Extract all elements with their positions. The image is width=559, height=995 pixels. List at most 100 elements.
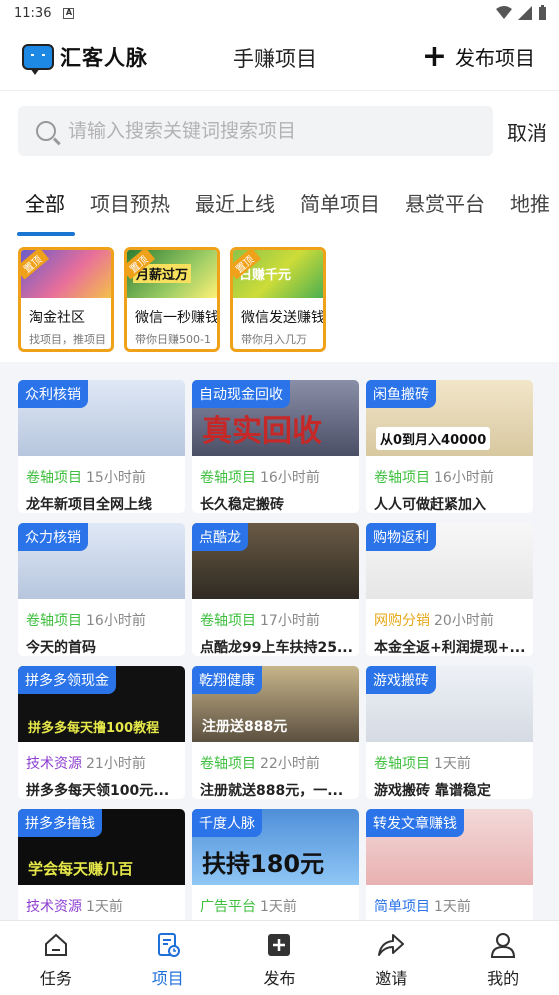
tab-project-preheat[interactable]: 项目预热 <box>81 186 186 222</box>
post-time: 17小时前 <box>260 613 320 629</box>
project-tag: 拼多多领现金 <box>18 666 116 694</box>
pinned-badge: 置顶 <box>21 250 50 280</box>
cancel-button[interactable]: 取消 <box>507 117 547 146</box>
project-card[interactable]: 拼多多每天撸100教程 拼多多领现金 技术资源 21小时前 拼多多每天领100元.… <box>18 666 185 799</box>
category-label: 卷轴项目 <box>374 470 430 486</box>
post-time: 1天前 <box>434 756 471 772</box>
post-time: 1天前 <box>434 899 471 915</box>
project-tag: 乾翔健康 <box>192 666 262 694</box>
featured-title: 微信发送赚钱 <box>241 310 323 326</box>
project-title: 长久稳定搬砖 <box>200 497 284 513</box>
nav-tasks[interactable]: 任务 <box>0 921 112 995</box>
search-bar[interactable] <box>18 106 493 156</box>
category-label: 卷轴项目 <box>374 756 430 772</box>
category-label: 广告平台 <box>200 899 256 915</box>
project-title: 今天的首码 <box>26 640 96 656</box>
wifi-icon <box>496 5 512 19</box>
project-image: 购物返利 <box>366 523 533 599</box>
project-card[interactable]: 注册送888元 乾翔健康 卷轴项目 22小时前 注册就送888元，一... <box>192 666 359 799</box>
tab-simple-projects[interactable]: 简单项目 <box>291 186 396 222</box>
category-label: 网购分销 <box>374 613 430 629</box>
project-image: 众利核销 <box>18 380 185 456</box>
publish-project-label: 发布项目 <box>455 46 535 70</box>
post-time: 22小时前 <box>260 756 320 772</box>
tab-ground-promotion[interactable]: 地推 <box>501 186 559 222</box>
logo-chat-icon <box>22 44 54 75</box>
featured-card[interactable]: 日赚千元 置顶 微信发送赚钱 带你月入几万 <box>230 247 326 352</box>
project-card[interactable]: 真实回收 自动现金回收 卷轴项目 16小时前 长久稳定搬砖 <box>192 380 359 513</box>
plus-icon: + <box>421 38 447 74</box>
project-tag: 众力核销 <box>18 523 88 551</box>
project-image: 拼多多每天撸100教程 拼多多领现金 <box>18 666 185 742</box>
project-card[interactable]: 从0到月入40000 闲鱼搬砖 卷轴项目 16小时前 人人可做赶紧加入 <box>366 380 533 513</box>
bottom-nav: 任务 项目 发布 邀请 我的 <box>0 920 559 995</box>
battery-icon <box>539 5 546 20</box>
featured-subtitle: 带你日赚500-1 <box>135 333 211 346</box>
header-divider <box>0 90 559 91</box>
post-time: 15小时前 <box>86 470 146 486</box>
tab-all[interactable]: 全部 <box>0 186 81 222</box>
profile-icon <box>489 931 517 959</box>
project-image: 点酷龙 <box>192 523 359 599</box>
featured-title: 淘金社区 <box>29 310 85 326</box>
status-icons <box>496 5 547 20</box>
featured-subtitle: 找项目，推项目 <box>29 333 106 346</box>
featured-title: 微信一秒赚钱 <box>135 310 217 326</box>
category-label: 卷轴项目 <box>26 470 82 486</box>
post-time: 20小时前 <box>434 613 494 629</box>
project-card[interactable]: 购物返利 网购分销 20小时前 本金全返+利润提现+... <box>366 523 533 656</box>
project-tag: 自动现金回收 <box>192 380 290 408</box>
tab-bounty-platform[interactable]: 悬赏平台 <box>396 186 501 222</box>
publish-project-button[interactable]: + 发布项目 <box>421 38 535 74</box>
project-title: 龙年新项目全网上线 <box>26 497 152 513</box>
featured-card[interactable]: 置顶 淘金社区 找项目，推项目 <box>18 247 114 352</box>
nav-projects[interactable]: 项目 <box>112 921 224 995</box>
project-tag: 众利核销 <box>18 380 88 408</box>
nav-publish[interactable]: 发布 <box>224 921 336 995</box>
project-title: 人人可做赶紧加入 <box>374 497 486 513</box>
active-tab-indicator <box>17 232 75 236</box>
category-label: 技术资源 <box>26 756 82 772</box>
category-label: 卷轴项目 <box>200 756 256 772</box>
project-image: 从0到月入40000 闲鱼搬砖 <box>366 380 533 456</box>
project-grid: 众利核销 卷轴项目 15小时前 龙年新项目全网上线 真实回收 自动现金回收 卷轴项… <box>18 380 533 942</box>
app-header: 汇客人脉 手赚项目 + 发布项目 <box>0 26 559 90</box>
featured-card[interactable]: 月薪过万 置顶 微信一秒赚钱 带你日赚500-1 <box>124 247 220 352</box>
project-card[interactable]: 众力核销 卷轴项目 16小时前 今天的首码 <box>18 523 185 656</box>
page-title: 手赚项目 <box>233 47 317 71</box>
project-title: 点酷龙99上车扶持25... <box>200 640 353 656</box>
featured-image: 置顶 <box>21 250 111 298</box>
featured-subtitle: 带你月入几万 <box>241 333 307 346</box>
category-label: 简单项目 <box>374 899 430 915</box>
featured-image: 月薪过万 置顶 <box>127 250 217 298</box>
signal-icon <box>518 5 532 20</box>
status-bar: 11:36 A <box>0 0 559 26</box>
post-time: 1天前 <box>260 899 297 915</box>
project-card[interactable]: 游戏搬砖 卷轴项目 1天前 游戏搬砖 靠谱稳定 <box>366 666 533 799</box>
category-label: 卷轴项目 <box>200 470 256 486</box>
nav-invite[interactable]: 邀请 <box>335 921 447 995</box>
nav-publish-label: 发布 <box>263 969 296 988</box>
project-title: 拼多多每天领100元... <box>26 783 170 799</box>
post-time: 16小时前 <box>86 613 146 629</box>
featured-image: 日赚千元 置顶 <box>233 250 323 298</box>
project-image: 真实回收 自动现金回收 <box>192 380 359 456</box>
search-input[interactable] <box>68 120 468 142</box>
project-tag: 购物返利 <box>366 523 436 551</box>
search-icon <box>36 121 56 141</box>
project-tag: 拼多多撸钱 <box>18 809 102 837</box>
project-icon <box>154 931 182 959</box>
project-title: 注册就送888元，一... <box>200 783 344 799</box>
project-tag: 点酷龙 <box>192 523 248 551</box>
tab-recently-launched[interactable]: 最近上线 <box>186 186 291 222</box>
project-image: 众力核销 <box>18 523 185 599</box>
logo-text: 汇客人脉 <box>60 46 148 70</box>
nav-projects-label: 项目 <box>151 969 184 988</box>
nav-profile[interactable]: 我的 <box>447 921 559 995</box>
project-tag: 游戏搬砖 <box>366 666 436 694</box>
project-card[interactable]: 众利核销 卷轴项目 15小时前 龙年新项目全网上线 <box>18 380 185 513</box>
nav-tasks-label: 任务 <box>39 969 72 988</box>
post-time: 16小时前 <box>434 470 494 486</box>
nav-profile-label: 我的 <box>487 969 520 988</box>
project-card[interactable]: 点酷龙 卷轴项目 17小时前 点酷龙99上车扶持25... <box>192 523 359 656</box>
